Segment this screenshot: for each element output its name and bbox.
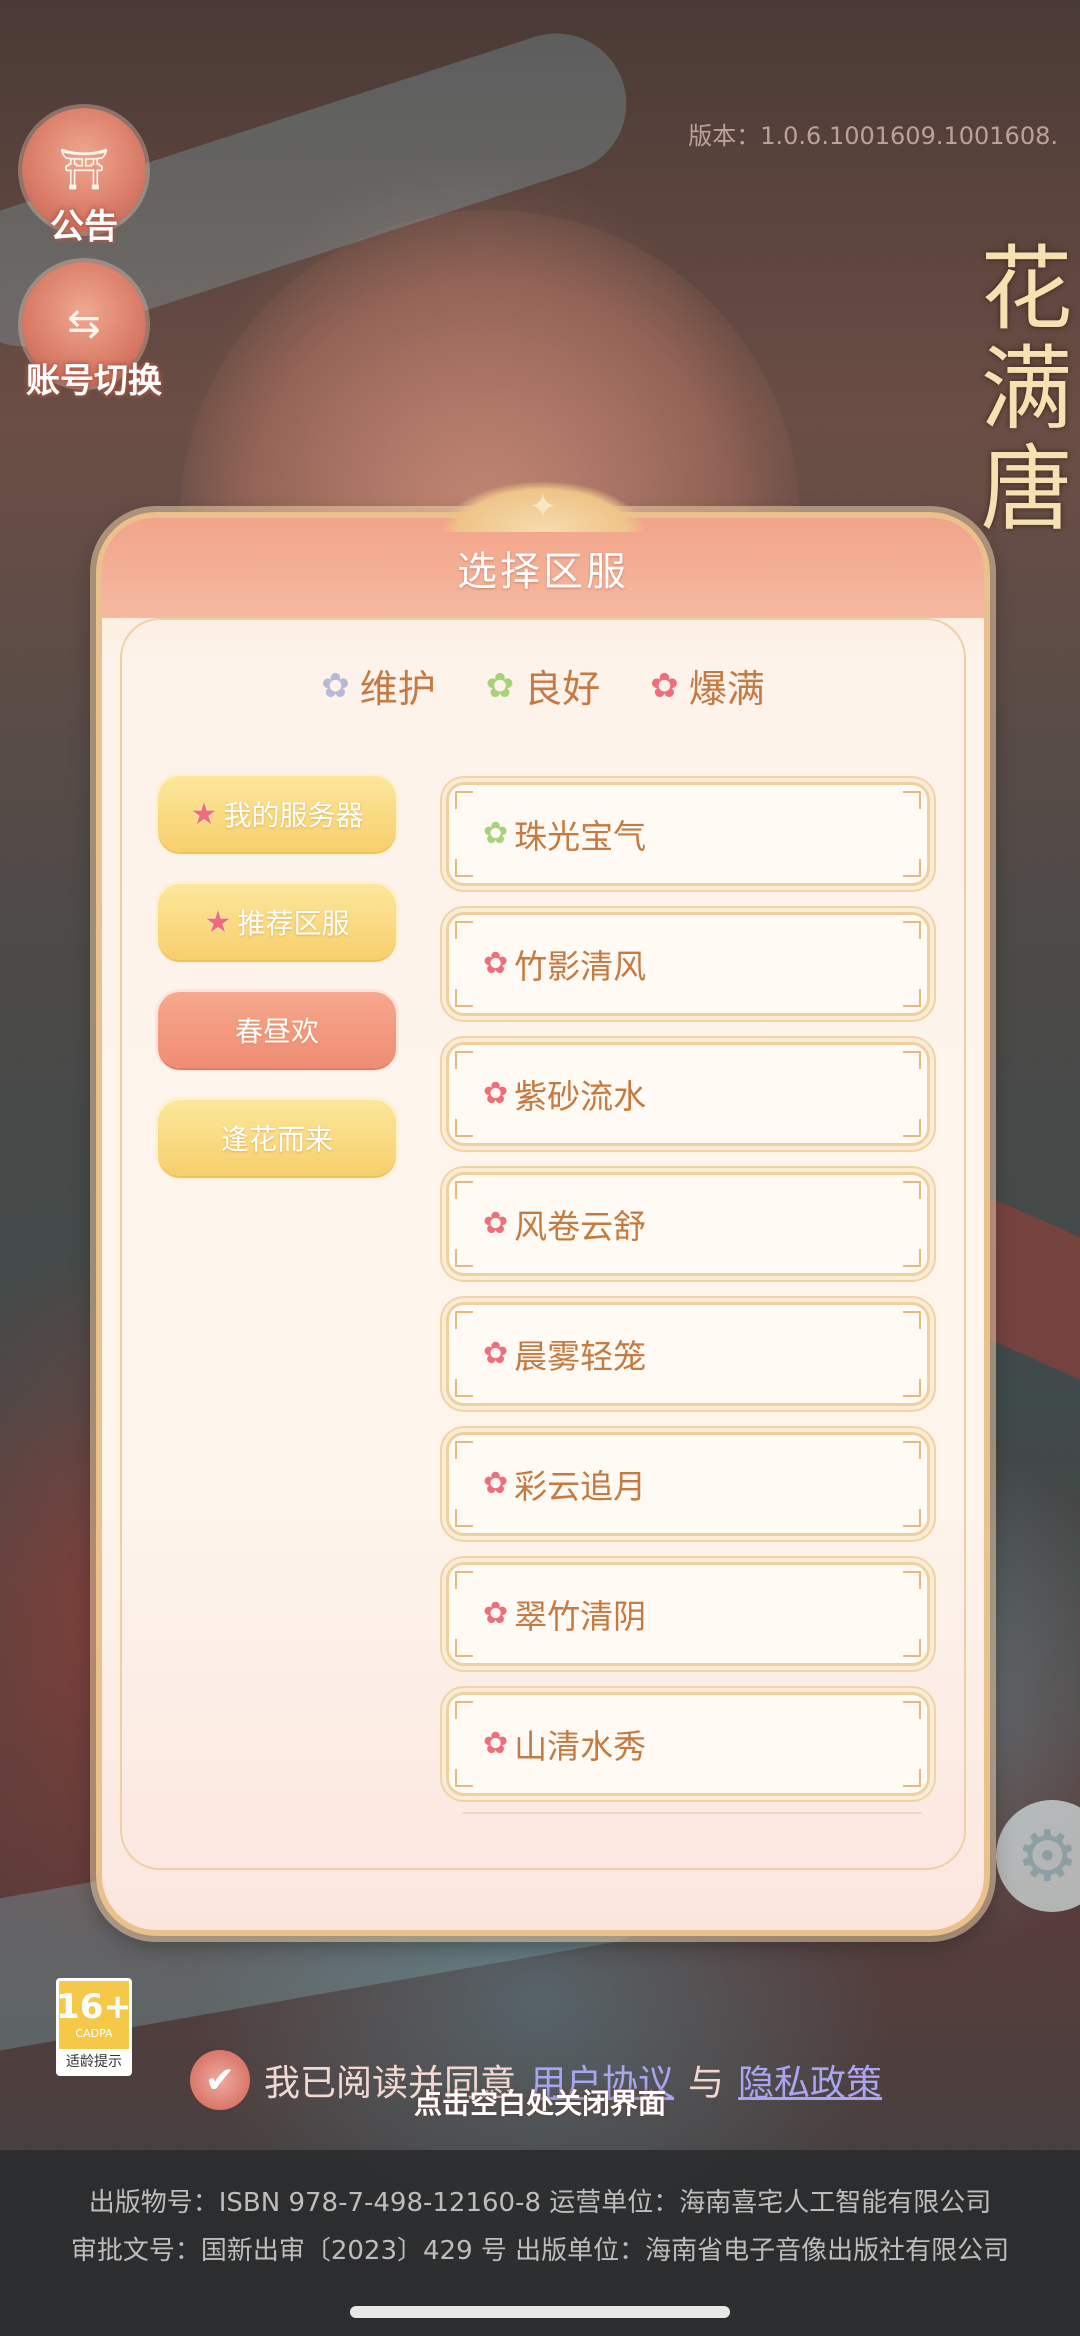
tab-chunzhouhuan[interactable]: 春昼欢 — [158, 992, 396, 1068]
close-hint[interactable]: 点击空白处关闭界面 — [0, 2082, 1080, 2122]
status-flower-icon: ✿ — [483, 946, 509, 981]
age-rating-tip: 适龄提示 — [59, 2049, 129, 2073]
legend-item-full: ✿ 爆满 — [650, 658, 765, 713]
status-flower-icon: ✿ — [483, 816, 509, 851]
age-rating-badge[interactable]: 16+ CADPA 适龄提示 — [56, 1978, 132, 2076]
tab-label: 推荐区服 — [237, 907, 350, 940]
legend-item-good: ✿ 良好 — [486, 658, 601, 713]
legend-label: 爆满 — [688, 667, 765, 711]
footer-line-1: 出版物号：ISBN 978-7-498-12160-8 运营单位：海南喜宅人工智… — [88, 2188, 992, 2218]
close-hint-text: 点击空白处关闭界面 — [413, 2087, 666, 2120]
status-flower-icon: ✿ — [483, 1596, 509, 1631]
server-name: 珠光宝气 — [514, 817, 647, 856]
panel-header: 选择区服 — [102, 518, 984, 618]
account-switch-label: 账号切换 — [26, 361, 162, 401]
server-item[interactable]: ✿ 紫砂流水 — [446, 1042, 930, 1146]
server-item[interactable]: ✿ 晨雾轻笼 — [446, 1302, 930, 1406]
gear-icon: ⚙ — [1016, 1815, 1079, 1897]
tab-my-servers[interactable]: ★ 我的服务器 — [158, 776, 396, 852]
legend-label: 良好 — [524, 667, 601, 711]
list-divider — [462, 1812, 922, 1814]
footer-line-2: 审批文号：国新出审〔2023〕429 号 出版单位：海南省电子音像出版社有限公司 — [70, 2236, 1010, 2266]
settings-button[interactable]: ⚙ — [996, 1800, 1080, 1912]
tab-label: 我的服务器 — [223, 799, 364, 832]
server-item[interactable]: ✿ 风卷云舒 — [446, 1172, 930, 1276]
legend-item-maintenance: ✿ 维护 — [321, 658, 436, 713]
status-flower-icon: ✿ — [483, 1466, 509, 1501]
server-item[interactable]: ✿ 山清水秀 — [446, 1692, 930, 1796]
status-flower-icon: ✿ — [483, 1206, 509, 1241]
crown-ornament-icon: ✦ — [443, 482, 643, 532]
server-name: 风卷云舒 — [514, 1207, 647, 1246]
server-name: 彩云追月 — [514, 1467, 647, 1506]
pavilion-icon: ⛩ — [58, 147, 110, 193]
server-name: 紫砂流水 — [514, 1077, 647, 1116]
panel-title: 选择区服 — [457, 549, 629, 595]
tab-label: 逢花而来 — [220, 1123, 333, 1156]
flower-icon: ✿ — [321, 665, 350, 706]
server-select-panel: 选择区服 ✦ ✿ 维护 ✿ 良好 ✿ 爆满 ★ 我的服务器 ★ 推荐区服 春昼欢… — [96, 482, 990, 1936]
legend-label: 维护 — [359, 667, 436, 711]
status-flower-icon: ✿ — [483, 1076, 509, 1111]
star-icon: ★ — [204, 904, 232, 940]
tab-label: 春昼欢 — [234, 1015, 319, 1048]
flower-icon: ✿ — [485, 665, 515, 706]
server-item[interactable]: ✿ 珠光宝气 — [446, 782, 930, 886]
age-rating-org: CADPA — [75, 2027, 113, 2040]
flower-icon: ✿ — [650, 665, 679, 706]
age-rating-number: 16+ — [56, 1987, 132, 2027]
version-text: 版本：1.0.6.1001609.1001608. — [688, 122, 1058, 150]
game-logo-title: 花满唐 — [965, 240, 1072, 540]
server-name: 竹影清风 — [514, 947, 647, 986]
account-switch-button[interactable]: ⇆ 账号切换 — [22, 262, 162, 401]
server-item[interactable]: ✿ 翠竹清阴 — [446, 1562, 930, 1666]
status-legend: ✿ 维护 ✿ 良好 ✿ 爆满 — [102, 658, 984, 713]
tab-fenghuaerlai[interactable]: 逢花而来 — [158, 1100, 396, 1176]
home-indicator[interactable] — [350, 2306, 730, 2318]
tab-recommended[interactable]: ★ 推荐区服 — [158, 884, 396, 960]
status-flower-icon: ✿ — [483, 1336, 509, 1371]
server-item[interactable]: ✿ 彩云追月 — [446, 1432, 930, 1536]
server-name: 翠竹清阴 — [514, 1597, 647, 1636]
notice-button[interactable]: ⛩ 公告 — [22, 108, 146, 247]
star-icon: ★ — [190, 796, 218, 832]
server-name: 晨雾轻笼 — [514, 1337, 647, 1376]
status-flower-icon: ✿ — [483, 1726, 509, 1761]
notice-label: 公告 — [50, 207, 118, 247]
switch-arrows-icon: ⇆ — [67, 301, 101, 347]
server-name: 山清水秀 — [514, 1727, 647, 1766]
server-item[interactable]: ✿ 竹影清风 — [446, 912, 930, 1016]
